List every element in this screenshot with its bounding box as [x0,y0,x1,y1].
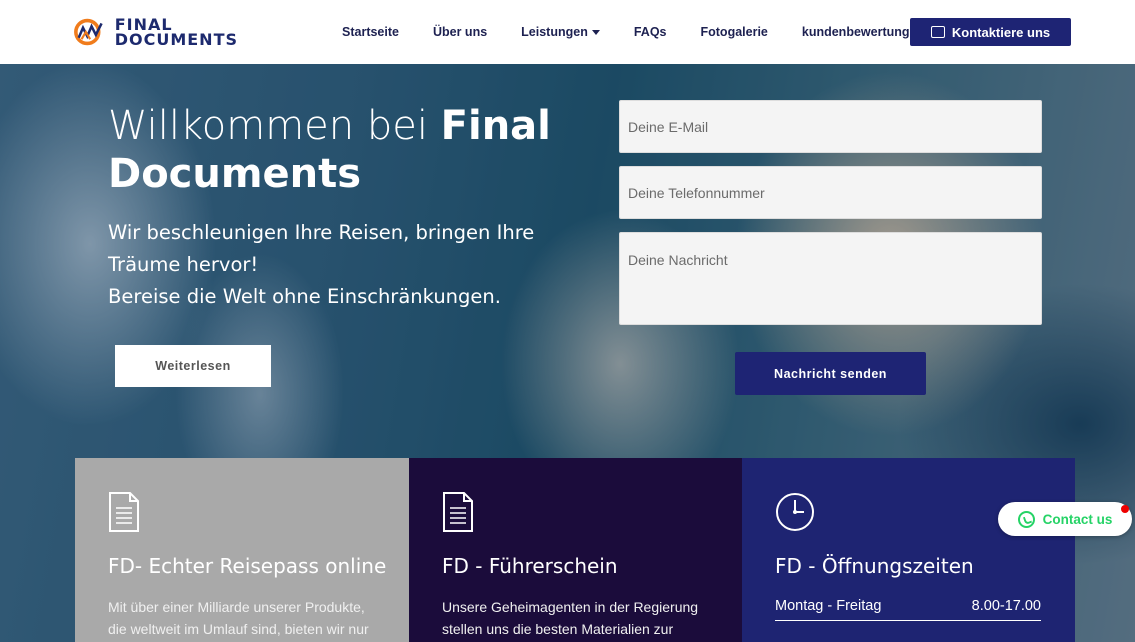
logo-line-2: DOCUMENTS [114,30,238,49]
message-field[interactable]: Deine Nachricht [619,232,1042,325]
hours-day: Montag - Freitag [775,598,882,614]
logo-text: FINAL DOCUMENTS [114,17,238,49]
logo-mark-icon [74,18,103,46]
document-icon [443,492,473,532]
site-header: FINAL DOCUMENTS Startseite Über uns Leis… [0,0,1135,64]
card-title: FD - Öffnungszeiten [775,554,974,578]
contact-button[interactable]: Kontaktiere uns [910,18,1071,46]
whatsapp-icon [1017,510,1035,528]
notification-dot [1121,505,1129,513]
service-card-license[interactable]: FD - Führerschein Unsere Geheimagenten i… [409,458,743,642]
hours-time: 8.00-17.00 [971,598,1041,614]
contact-button-label: Kontaktiere uns [951,24,1051,40]
card-text: Unsere Geheimagenten in der Regierung st… [442,599,699,637]
service-card-passport[interactable]: FD- Echter Reisepass online Mit über ein… [75,458,409,642]
hero-title: Willkommen bei Final Documents [108,102,608,198]
card-title: FD- Echter Reisepass online [108,554,387,578]
read-more-button[interactable]: Weiterlesen [115,345,271,387]
document-icon [109,492,139,532]
hero-subtitle-line-2: Bereise die Welt ohne Einschränkungen. [108,285,501,308]
nav-ueber-uns[interactable]: Über uns [433,25,487,39]
hours-row: Montag - Freitag 8.00-17.00 [775,598,1041,621]
hero-subtitle-line-1: Wir beschleunigen Ihre Reisen, bringen I… [108,221,535,276]
caret-down-icon [591,29,600,35]
opening-hours-card: FD - Öffnungszeiten Montag - Freitag 8.0… [742,458,1075,642]
phone-field[interactable]: Deine Telefonnummer [619,166,1042,219]
nav-startseite[interactable]: Startseite [342,25,399,39]
hero-title-light: Willkommen bei [108,103,441,149]
hero-section: Willkommen bei Final Documents Wir besch… [0,64,1135,642]
nav-kundenbewertungen[interactable]: kundenbewertungen [802,25,924,39]
nav-leistungen[interactable]: Leistungen [521,25,600,39]
card-title: FD - Führerschein [442,554,618,578]
site-logo[interactable]: FINAL DOCUMENTS [73,10,238,54]
whatsapp-contact-button[interactable]: Contact us [998,502,1132,536]
main-nav: Startseite Über uns Leistungen FAQs Foto… [342,0,958,64]
nav-fotogalerie[interactable]: Fotogalerie [701,25,768,39]
email-field[interactable]: Deine E-Mail [619,100,1042,153]
clock-icon [776,493,814,531]
send-message-button[interactable]: Nachricht senden [735,352,926,395]
contact-us-label: Contact us [1042,511,1113,527]
hero-subtitle: Wir beschleunigen Ihre Reisen, bringen I… [108,217,608,313]
nav-leistungen-label: Leistungen [521,25,588,39]
chat-icon [930,26,945,38]
card-text: Mit über einer Milliarde unserer Produkt… [108,599,369,637]
nav-faqs[interactable]: FAQs [634,25,667,39]
